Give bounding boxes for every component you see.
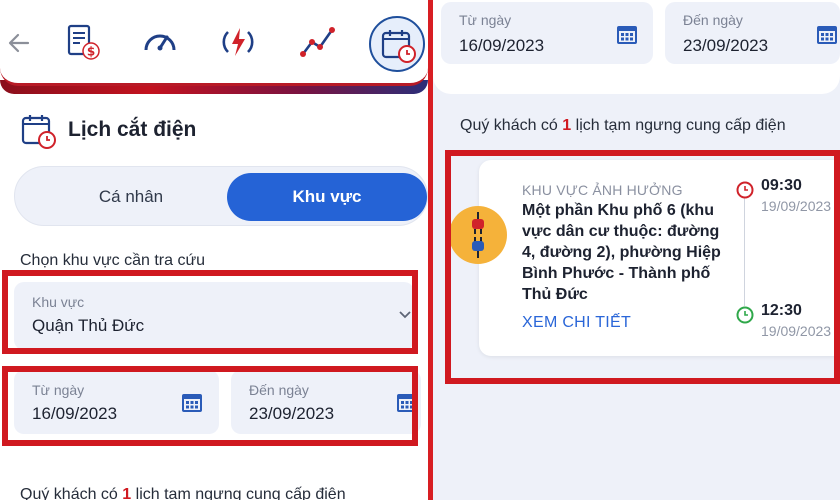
highlight-box: [2, 270, 418, 354]
highlight-box: [2, 366, 418, 446]
calendar-clock-icon: [381, 30, 416, 63]
note-suffix: lịch tạm ngưng cung cấp điện: [575, 117, 786, 134]
segment-control: Cá nhân Khu vực: [14, 166, 428, 226]
from-date-label: Từ ngày: [459, 12, 512, 28]
calendar-tab-active[interactable]: [369, 16, 425, 72]
calendar-icon[interactable]: [815, 22, 839, 46]
outage-count: 1: [562, 117, 572, 134]
to-date-label: Đến ngày: [683, 12, 743, 28]
outage-count: 1: [122, 486, 132, 500]
outage-count-note: Quý khách có 1 lịch tạm ngưng cung cấp đ…: [460, 117, 786, 135]
back-arrow-icon[interactable]: [6, 30, 32, 56]
to-date-value: 23/09/2023: [683, 36, 769, 55]
from-date-value: 16/09/2023: [459, 36, 545, 55]
note-suffix: lịch tạm ngưng cung cấp điện: [135, 486, 346, 500]
area-prompt: Chọn khu vực cần tra cứu: [20, 252, 206, 269]
left-panel: $ Lịch cắt điện Cá nhân Khu vực Chọn khu…: [0, 0, 428, 500]
note-prefix: Quý khách có: [20, 486, 118, 500]
highlight-box: [445, 150, 840, 384]
outage-count-note: Quý khách có 1 lịch tạm ngưng cung cấp đ…: [20, 486, 346, 500]
tab-area[interactable]: Khu vực: [227, 173, 427, 221]
bill-icon[interactable]: $: [62, 22, 102, 62]
to-date-field[interactable]: Đến ngày 23/09/2023: [665, 2, 840, 64]
from-date-field[interactable]: Từ ngày 16/09/2023: [441, 2, 653, 64]
chart-line-icon[interactable]: [298, 22, 338, 62]
calendar-clock-icon: [21, 115, 56, 149]
power-icon[interactable]: [218, 22, 258, 62]
right-panel: Từ ngày 16/09/2023 Đến ngày 23/09/2023 Q…: [433, 0, 840, 500]
calendar-icon[interactable]: [615, 22, 639, 46]
page-title: Lịch cắt điện: [68, 118, 197, 141]
note-prefix: Quý khách có: [460, 117, 558, 134]
svg-text:$: $: [87, 45, 95, 59]
speedometer-icon[interactable]: [140, 22, 180, 62]
tab-personal[interactable]: Cá nhân: [31, 173, 231, 221]
